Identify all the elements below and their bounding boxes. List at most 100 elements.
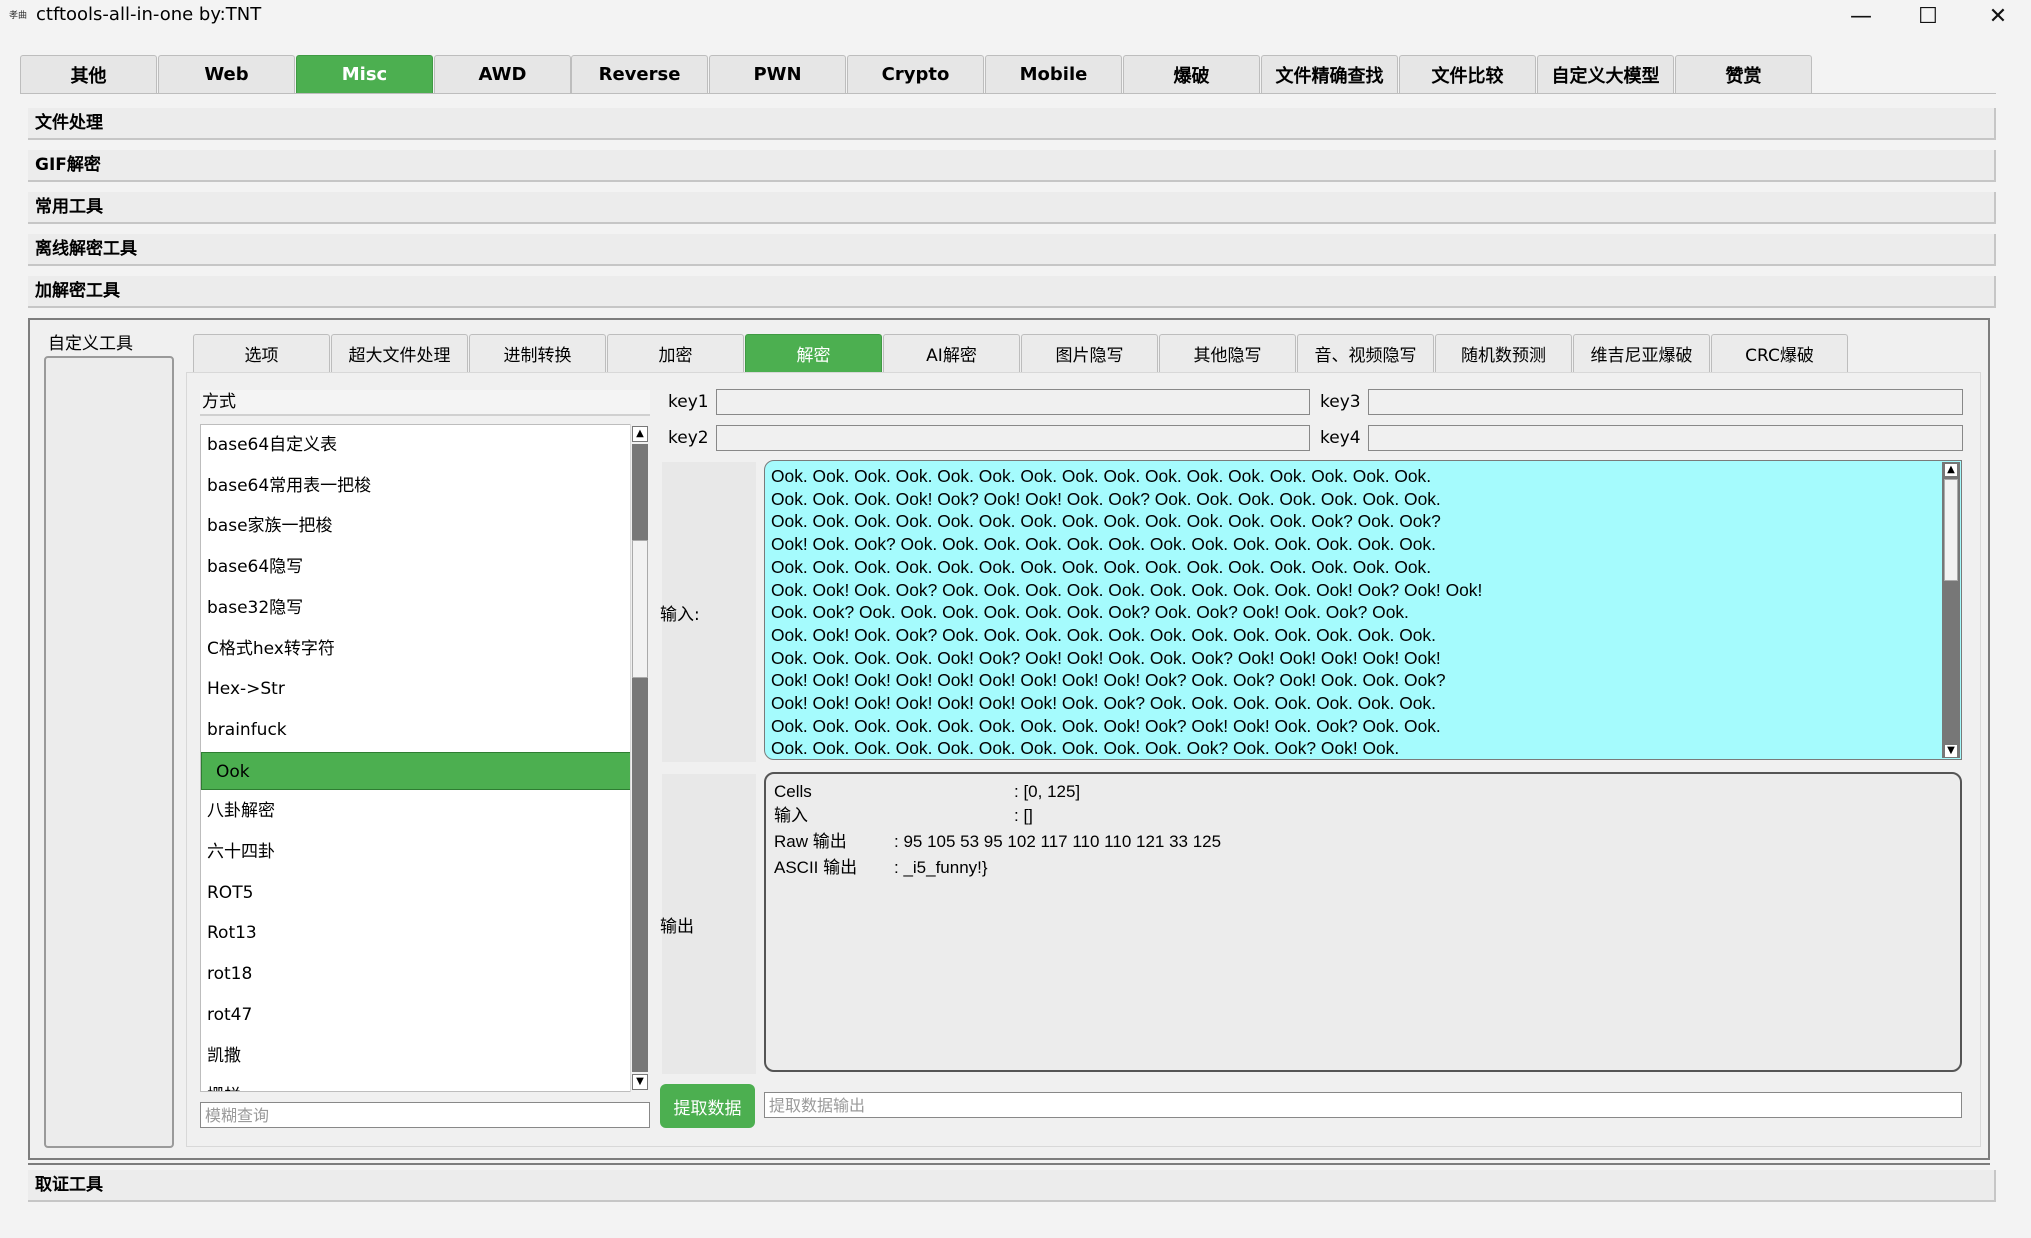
main-tab-6[interactable]: Crypto: [847, 55, 984, 93]
main-tab-12[interactable]: 赞赏: [1675, 55, 1812, 93]
custom-tools-label: 自定义工具: [48, 334, 133, 354]
scroll-down-icon[interactable]: ▼: [632, 1074, 648, 1090]
key3-input[interactable]: [1368, 389, 1963, 415]
input-textarea[interactable]: Ook. Ook. Ook. Ook. Ook. Ook. Ook. Ook. …: [764, 460, 1962, 760]
fuzzy-search-input[interactable]: [200, 1102, 650, 1128]
main-tab-8[interactable]: 爆破: [1123, 55, 1260, 93]
method-item[interactable]: base64自定义表: [201, 426, 631, 464]
minimize-icon[interactable]: —: [1826, 0, 1896, 32]
main-tab-1[interactable]: Web: [158, 55, 295, 93]
output-ascii-value: : _i5_funny!}: [894, 858, 988, 877]
section-file-processing[interactable]: 文件处理: [28, 108, 1996, 140]
key4-label: key4: [1320, 428, 1361, 448]
input-line: Ook. Ook. Ook. Ook. Ook. Ook. Ook. Ook. …: [771, 556, 1432, 577]
input-line: Ook. Ook. Ook. Ook. Ook. Ook. Ook. Ook. …: [771, 738, 1400, 759]
maximize-icon[interactable]: ☐: [1893, 0, 1963, 32]
main-tab-10[interactable]: 文件比较: [1399, 55, 1536, 93]
sub-tab-5[interactable]: AI解密: [883, 334, 1020, 372]
method-item[interactable]: rot47: [201, 996, 631, 1034]
input-scroll-down-icon[interactable]: ▼: [1944, 744, 1958, 758]
input-line: Ook. Ook. Ook. Ook. Ook! Ook? Ook! Ook! …: [771, 647, 1441, 668]
sub-tab-2[interactable]: 进制转换: [469, 334, 606, 372]
section-gif-decrypt[interactable]: GIF解密: [28, 150, 1996, 182]
sub-tab-6[interactable]: 图片隐写: [1021, 334, 1158, 372]
key2-label: key2: [668, 428, 709, 448]
method-header: 方式: [200, 390, 650, 416]
main-tab-0[interactable]: 其他: [20, 55, 157, 93]
main-tab-4[interactable]: Reverse: [571, 55, 708, 93]
app-icon: 孝曲: [9, 11, 28, 21]
method-list-scroll-thumb[interactable]: [632, 540, 648, 678]
input-scroll-thumb[interactable]: [1944, 479, 1958, 581]
method-item[interactable]: 栅栏: [201, 1077, 631, 1091]
method-item[interactable]: brainfuck: [201, 711, 631, 749]
output-ascii-key: ASCII 输出: [774, 858, 858, 877]
method-item[interactable]: base64常用表一把梭: [201, 467, 631, 505]
panel-bottom-border: [28, 1163, 1990, 1165]
method-list-scroll-track[interactable]: [632, 444, 648, 1072]
method-item[interactable]: rot18: [201, 955, 631, 993]
main-tab-5[interactable]: PWN: [709, 55, 846, 93]
output-raw-value: : 95 105 53 95 102 117 110 110 121 33 12…: [894, 832, 1222, 851]
main-tab-2[interactable]: Misc: [296, 55, 433, 93]
extract-output-field[interactable]: [764, 1092, 1962, 1118]
method-item[interactable]: 六十四卦: [201, 833, 631, 871]
custom-tools-box: [44, 356, 174, 1148]
section-forensics-tools[interactable]: 取证工具: [28, 1170, 1996, 1202]
main-tab-11[interactable]: 自定义大模型: [1537, 55, 1674, 93]
method-item[interactable]: Ook: [201, 751, 631, 790]
method-list[interactable]: base64自定义表 base64常用表一把梭 base家族一把梭 base64隐写 b…: [200, 424, 650, 1092]
output-cells-value: : [0, 125]: [1014, 782, 1081, 801]
sub-tab-7[interactable]: 其他隐写: [1159, 334, 1296, 372]
key1-input[interactable]: [716, 389, 1310, 415]
output-cells-key: Cells: [774, 782, 812, 801]
main-tab-9[interactable]: 文件精确查找: [1261, 55, 1398, 93]
sub-tab-0[interactable]: 选项: [193, 334, 330, 372]
output-input-key: 输入: [774, 806, 808, 825]
sub-tab-3[interactable]: 加密: [607, 334, 744, 372]
input-line: Ook. Ook! Ook. Ook? Ook. Ook. Ook. Ook. …: [771, 579, 1483, 600]
method-item[interactable]: 凯撒: [201, 1037, 631, 1075]
output-input-value: : []: [1014, 806, 1033, 825]
input-line: Ook. Ook. Ook. Ook. Ook. Ook. Ook. Ook. …: [771, 715, 1441, 736]
key4-input[interactable]: [1368, 425, 1963, 451]
sub-tab-9[interactable]: 随机数预测: [1435, 334, 1572, 372]
input-line: Ook! Ook! Ook! Ook! Ook! Ook! Ook! Ook. …: [771, 693, 1436, 714]
input-line: Ook. Ook? Ook. Ook. Ook. Ook. Ook. Ook. …: [771, 602, 1409, 623]
method-item[interactable]: base家族一把梭: [201, 507, 631, 545]
method-item[interactable]: ROT5: [201, 874, 631, 912]
title-bar: 孝曲 ctftools-all-in-one by:TNT — ☐ ✕: [0, 0, 2031, 32]
extract-data-button[interactable]: 提取数据: [660, 1084, 755, 1128]
section-offline-decrypt-tools[interactable]: 离线解密工具: [28, 234, 1996, 266]
input-line: Ook. Ook. Ook. Ook. Ook. Ook. Ook. Ook. …: [771, 511, 1441, 532]
input-label: 输入:: [660, 605, 700, 625]
method-item[interactable]: Rot13: [201, 914, 631, 952]
main-tab-divider: [20, 93, 1996, 94]
input-text: Ook. Ook. Ook. Ook. Ook. Ook. Ook. Ook. …: [771, 465, 1941, 759]
method-item[interactable]: 八卦解密: [201, 792, 631, 830]
main-tab-7[interactable]: Mobile: [985, 55, 1122, 93]
output-textarea[interactable]: Cells : [0, 125] 输入 : [] Raw 输出 : 95 105…: [764, 772, 1962, 1072]
output-raw-key: Raw 输出: [774, 832, 847, 851]
sub-tab-8[interactable]: 音、视频隐写: [1297, 334, 1434, 372]
key1-label: key1: [668, 392, 709, 412]
close-icon[interactable]: ✕: [1963, 0, 2031, 32]
sub-tab-4[interactable]: 解密: [745, 334, 882, 372]
main-tab-3[interactable]: AWD: [434, 55, 571, 93]
scroll-up-icon[interactable]: ▲: [632, 426, 648, 442]
section-common-tools[interactable]: 常用工具: [28, 192, 1996, 224]
input-line: Ook. Ook. Ook. Ook. Ook. Ook. Ook. Ook. …: [771, 466, 1432, 486]
method-item[interactable]: base64隐写: [201, 548, 631, 586]
input-line: Ook. Ook! Ook. Ook? Ook. Ook. Ook. Ook. …: [771, 624, 1436, 645]
key3-label: key3: [1320, 392, 1361, 412]
method-item[interactable]: base32隐写: [201, 589, 631, 627]
key2-input[interactable]: [716, 425, 1310, 451]
section-encrypt-decrypt-tools[interactable]: 加解密工具: [28, 276, 1996, 308]
sub-tab-10[interactable]: 维吉尼亚爆破: [1573, 334, 1710, 372]
sub-tab-11[interactable]: CRC爆破: [1711, 334, 1848, 372]
method-item[interactable]: C格式hex转字符: [201, 630, 631, 668]
method-item[interactable]: Hex->Str: [201, 670, 631, 708]
input-scroll-up-icon[interactable]: ▲: [1944, 463, 1958, 477]
sub-tab-1[interactable]: 超大文件处理: [331, 334, 468, 372]
input-line: Ook! Ook. Ook? Ook. Ook. Ook. Ook. Ook. …: [771, 534, 1436, 555]
